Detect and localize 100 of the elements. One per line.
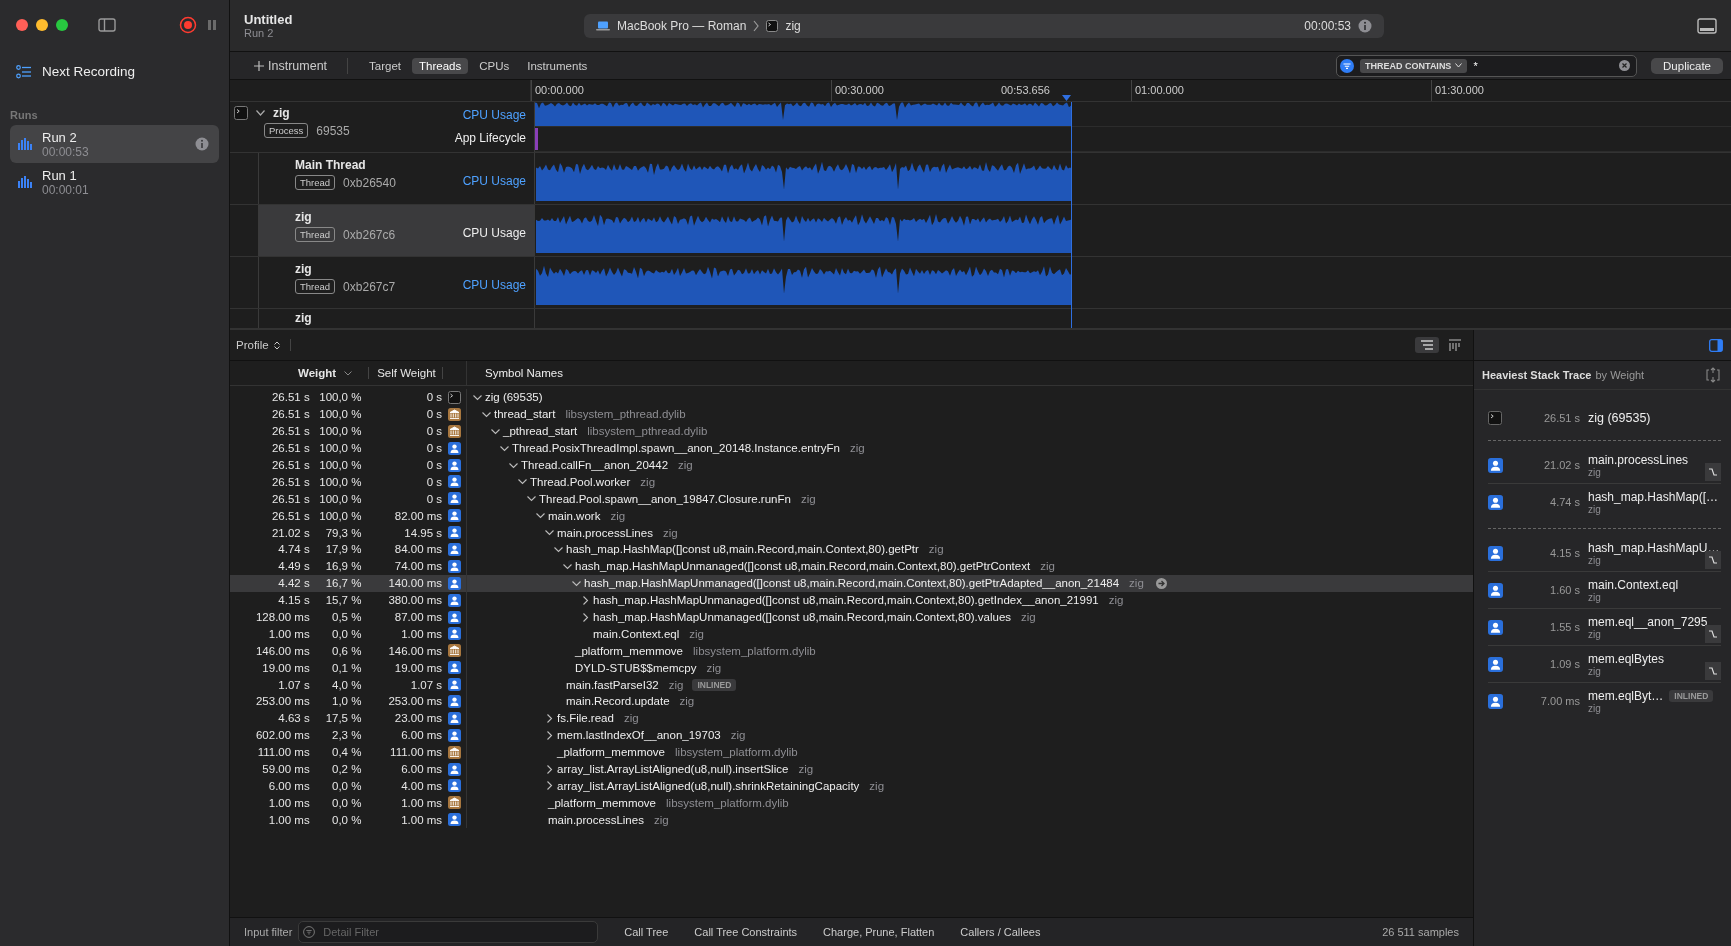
percent-cell-text: 0,0 %: [331, 813, 362, 826]
weight-value: 4.74 s: [1549, 496, 1580, 508]
disclosure-chevron-icon[interactable]: [527, 494, 536, 504]
profile-mode-dropdown[interactable]: Profile: [236, 339, 291, 351]
clear-icon[interactable]: [1619, 60, 1631, 71]
run-duration: 00:00:01: [42, 182, 90, 197]
self-weight-cell-text: 0 s: [425, 425, 443, 438]
step-icon[interactable]: [1705, 625, 1721, 643]
disclosure-chevron-icon[interactable]: [572, 578, 581, 588]
track-header[interactable]: Main Thread Thread 0xb26540 CPU Usage: [258, 153, 535, 204]
weight-value: 1.55 s: [1549, 621, 1580, 633]
call-tree-option-button[interactable]: Call Tree: [614, 926, 679, 938]
symbol-name: _platform_memmove: [557, 746, 665, 759]
percent-cell-text: 100,0 %: [318, 509, 362, 522]
run-item[interactable]: Run 1 00:00:01: [10, 163, 219, 201]
symbol-name: main.Record.update: [566, 695, 670, 708]
disclosure-chevron-icon[interactable]: [545, 781, 554, 791]
disclosure-chevron-icon[interactable]: [545, 764, 554, 774]
user-code-icon: [447, 526, 461, 540]
track-header[interactable]: zig: [258, 309, 535, 328]
lane-label[interactable]: CPU Usage: [462, 278, 526, 292]
track-header[interactable]: zig Thread 0xb267c6 CPU Usage: [258, 205, 535, 256]
column-header[interactable]: Weight: [298, 367, 337, 379]
list-view-icon[interactable]: [1415, 337, 1439, 353]
weight-cell-text: 146.00 ms: [254, 644, 310, 657]
self-weight-cell-text: 146.00 ms: [387, 644, 443, 657]
tab[interactable]: Threads: [412, 57, 469, 74]
detail-filter-box[interactable]: Detail Filter: [298, 921, 599, 943]
next-recording-button[interactable]: Next Recording: [10, 56, 142, 87]
run-item[interactable]: Run 2 00:00:53: [10, 125, 219, 163]
playhead-time-label: 00:53.656: [1001, 83, 1050, 98]
stack-frame-row[interactable]: 26.51 s zig (69535): [1488, 404, 1721, 432]
self-weight-cell-text: 380.00 ms: [387, 594, 443, 607]
track-header[interactable]: zig Thread 0xb267c7 CPU Usage: [258, 257, 535, 308]
library-name: zig: [928, 543, 944, 556]
user-code-icon: [447, 576, 461, 590]
symbol-name: thread_start: [494, 408, 556, 421]
lane-label[interactable]: CPU Usage: [462, 108, 526, 122]
tab[interactable]: CPUs: [472, 57, 517, 74]
disclosure-chevron-icon[interactable]: [545, 528, 554, 538]
percent-cell-text: 1,0 %: [331, 695, 362, 708]
percent-cell-text: 100,0 %: [318, 442, 362, 455]
self-weight-cell-text: 0 s: [425, 492, 443, 505]
add-instrument-button[interactable]: Instrument: [248, 58, 334, 73]
window-zoom-button[interactable]: [56, 19, 68, 31]
disclosure-chevron-icon[interactable]: [500, 443, 509, 453]
inlined-badge: INLINED: [1669, 689, 1714, 702]
lane-label[interactable]: CPU Usage: [462, 174, 526, 188]
disclosure-chevron-icon[interactable]: [545, 713, 554, 723]
record-button[interactable]: [179, 16, 197, 34]
step-icon[interactable]: [1705, 662, 1721, 680]
pause-button[interactable]: [205, 18, 219, 32]
target-selector[interactable]: MacBook Pro — Roman zig 00:00:53: [584, 13, 1384, 38]
detail-filter-field[interactable]: Detail Filter: [321, 925, 566, 939]
column-header[interactable]: Symbol Names: [485, 367, 563, 379]
disclosure-chevron-icon[interactable]: [473, 392, 482, 402]
sidebar-toggle-icon[interactable]: [98, 18, 116, 32]
library-name: libsystem_pthread.dylib: [565, 408, 686, 421]
step-icon[interactable]: [1705, 463, 1721, 481]
self-weight-cell-text: 87.00 ms: [393, 611, 443, 623]
call-tree-option-button[interactable]: Call Tree Constraints: [684, 926, 808, 938]
symbol-name: fs.File.read: [557, 712, 614, 725]
time-tick-label: 01:30.000: [1431, 80, 1731, 101]
disclosure-chevron-icon[interactable]: [509, 460, 518, 470]
disclosure-chevron-icon[interactable]: [563, 561, 572, 571]
stack-frame-row[interactable]: 7.00 ms mem.eqlByt… INLINED zig: [1488, 683, 1721, 719]
lane-label[interactable]: CPU Usage: [462, 226, 526, 240]
sort-descending-icon[interactable]: [344, 370, 353, 376]
selected-row[interactable]: 4.42 s 16,7 % 140.00 ms hash_map.HashMapUnmanaged([]const u8,main.Record,main.Context,80).getPtrAdapted__anon_21484 zig: [230, 574, 1473, 592]
library-name: zig: [1108, 594, 1124, 607]
disclosure-chevron-icon[interactable]: [518, 477, 527, 487]
call-tree-option-button[interactable]: Charge, Prune, Flatten: [813, 926, 945, 938]
column-header[interactable]: Self Weight: [368, 367, 443, 379]
disclosure-chevron-icon[interactable]: [545, 730, 554, 740]
tab[interactable]: Target: [362, 57, 409, 74]
user-code-icon: [447, 728, 461, 742]
duplicate-button[interactable]: Duplicate: [1651, 57, 1723, 74]
thread-id: 0xb267c6: [343, 227, 396, 242]
info-icon[interactable]: [1358, 18, 1372, 33]
disclosure-chevron-icon[interactable]: [256, 110, 265, 116]
filter-field[interactable]: THREAD CONTAINS *: [1336, 54, 1638, 77]
disclosure-chevron-icon[interactable]: [536, 511, 545, 521]
call-tree-option-button[interactable]: Callers / Callees: [950, 926, 1051, 938]
percent-cell-text: 100,0 %: [318, 459, 362, 471]
tab[interactable]: Instruments: [520, 57, 595, 74]
percent-cell-text: 100,0 %: [318, 475, 362, 488]
arrow-circle-icon[interactable]: [1155, 577, 1167, 589]
info-icon[interactable]: [195, 137, 209, 151]
disclosure-chevron-icon[interactable]: [554, 544, 563, 554]
filter-token-button[interactable]: THREAD CONTAINS: [1360, 58, 1468, 73]
inspector-toggle-icon[interactable]: [1709, 338, 1723, 352]
expand-icon[interactable]: [1705, 367, 1721, 383]
window-minimize-button[interactable]: [36, 19, 48, 31]
panel-toggle-icon[interactable]: [1697, 17, 1717, 34]
disclosure-chevron-icon[interactable]: [581, 595, 590, 605]
disclosure-chevron-icon[interactable]: [482, 409, 491, 419]
window-close-button[interactable]: [16, 19, 28, 31]
symbol-name: Thread.callFn__anon_20442: [521, 459, 669, 471]
disclosure-chevron-icon[interactable]: [581, 612, 590, 622]
disclosure-chevron-icon[interactable]: [491, 426, 500, 436]
